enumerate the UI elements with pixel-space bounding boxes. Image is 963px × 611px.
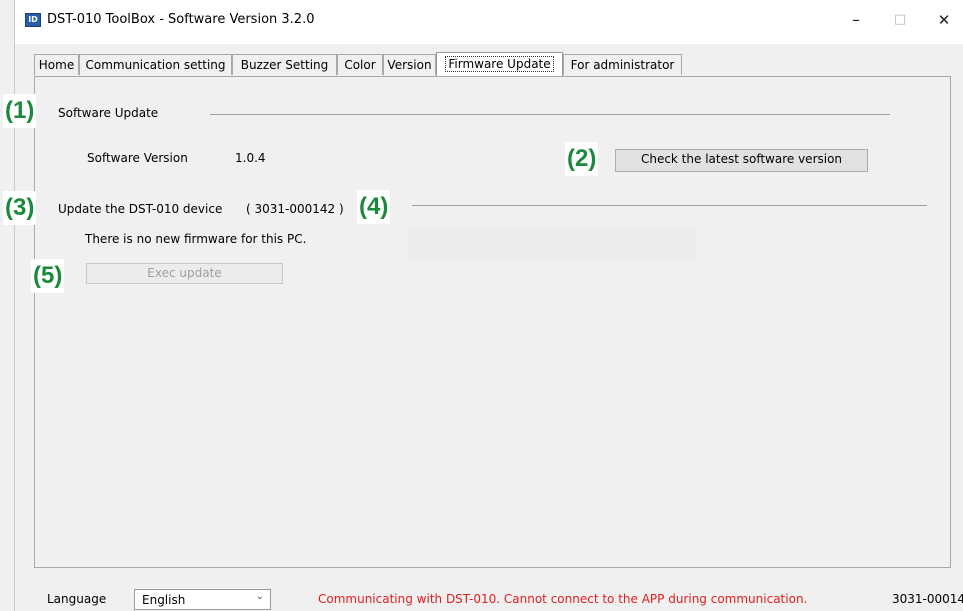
maximize-button[interactable]: □ bbox=[885, 8, 915, 32]
firmware-status-message: There is no new firmware for this PC. bbox=[85, 232, 307, 246]
communication-status-message: Communicating with DST-010. Cannot conne… bbox=[318, 592, 808, 606]
check-latest-version-button[interactable]: Check the latest software version bbox=[615, 149, 868, 172]
title-bar: ID DST-010 ToolBox - Software Version 3.… bbox=[15, 0, 963, 44]
device-id-label: ( 3031-000142 ) bbox=[246, 202, 344, 216]
tab-firmware-update[interactable]: Firmware Update bbox=[436, 52, 563, 76]
tab-firmware-update-label: Firmware Update bbox=[445, 56, 554, 72]
device-update-group-label: Update the DST-010 device bbox=[58, 202, 223, 216]
window-title: DST-010 ToolBox - Software Version 3.2.0 bbox=[47, 12, 315, 27]
device-update-divider bbox=[412, 205, 927, 206]
software-update-group-label: Software Update bbox=[58, 106, 159, 120]
tab-communication-setting[interactable]: Communication setting bbox=[79, 54, 232, 75]
callout-marker-1: (1) bbox=[3, 94, 37, 128]
minimize-button[interactable]: – bbox=[841, 8, 871, 32]
exec-update-button[interactable]: Exec update bbox=[86, 263, 283, 284]
tab-for-administrator[interactable]: For administrator bbox=[563, 54, 682, 75]
software-version-label: Software Version bbox=[87, 151, 188, 165]
software-update-divider bbox=[210, 114, 890, 115]
app-icon: ID bbox=[25, 13, 41, 27]
tab-home[interactable]: Home bbox=[34, 54, 79, 75]
callout-marker-4: (4) bbox=[357, 190, 391, 224]
callout-marker-5: (5) bbox=[31, 259, 65, 293]
callout-marker-2: (2) bbox=[565, 142, 599, 176]
language-select[interactable]: English ⌄ bbox=[134, 589, 271, 610]
status-device-id: 3031-00014 bbox=[892, 592, 963, 606]
language-select-value: English bbox=[142, 593, 186, 607]
app-window: ID DST-010 ToolBox - Software Version 3.… bbox=[3, 0, 963, 611]
chevron-down-icon: ⌄ bbox=[255, 591, 264, 602]
callout-marker-3: (3) bbox=[3, 191, 37, 225]
close-button[interactable]: ✕ bbox=[929, 8, 959, 32]
empty-progress-area bbox=[408, 228, 696, 260]
tab-buzzer-setting[interactable]: Buzzer Setting bbox=[232, 54, 337, 75]
language-label: Language bbox=[47, 592, 107, 606]
tab-version[interactable]: Version bbox=[383, 54, 436, 75]
tab-color[interactable]: Color bbox=[337, 54, 383, 75]
software-version-value: 1.0.4 bbox=[235, 151, 266, 165]
